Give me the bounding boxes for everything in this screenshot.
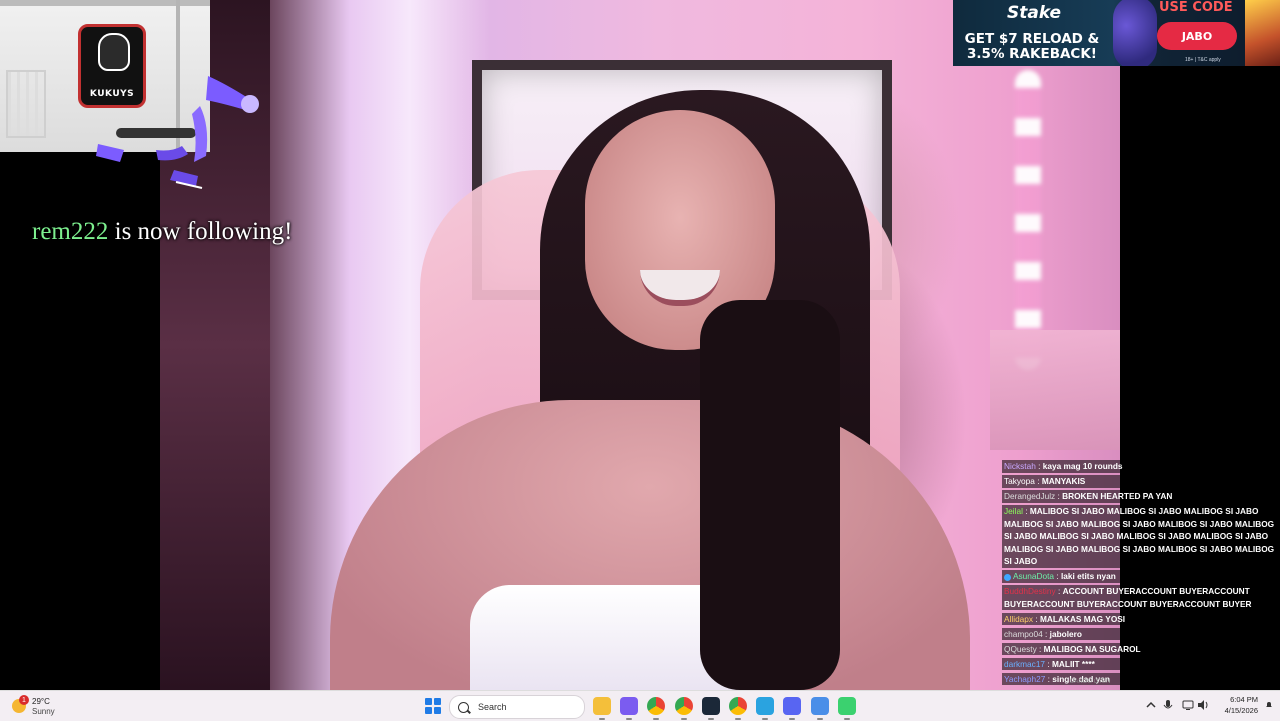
search-icon [458,701,469,713]
taskbar-clock[interactable]: 6:04 PM 4/15/2026 [1212,694,1258,716]
background-shelf [990,330,1120,450]
chat-username[interactable]: Jeilal [1004,506,1023,516]
clock-date: 4/15/2026 [1224,706,1258,715]
chat-separator: : [1022,505,1030,516]
chat-text: MALIBOG SI JABO MALIBOG SI JABO MALIBOG … [1004,505,1275,567]
ad-brand-logo: Stake [1007,3,1062,23]
weather-temperature: 29°C [32,697,50,706]
follower-alert: rem222 is now following! [32,218,292,246]
chat-separator: : [1042,628,1050,639]
string-lights [1015,70,1041,370]
stream-video: KUKUYS rem222 is now following! Stake GE… [0,0,1280,690]
chat-username[interactable]: BuddhDestiny [1004,586,1056,596]
chat-username[interactable]: Takyopa [1004,476,1035,486]
windows-logo-icon [434,707,441,714]
weather-widget[interactable]: 1 29°C Sunny [12,695,82,717]
chat-separator: : [1034,475,1042,486]
clock-time: 6:04 PM [1230,695,1258,704]
windows-logo-icon [425,707,432,714]
chat-message: Takyopa : MANYAKIS [1002,474,1280,488]
network-icon[interactable] [1182,699,1194,711]
chevron-up-icon[interactable] [1145,699,1157,711]
chat-separator: : [1054,571,1061,582]
taskbar-search[interactable]: Search [449,695,585,719]
weather-notification-badge: 1 [19,695,29,705]
chat-separator: : [1033,613,1040,624]
chat-text: jabolero [1049,628,1082,639]
weather-condition: Sunny [32,707,55,716]
chat-text: MALAKAS MAG YOSI [1039,613,1126,624]
chat-overlay: Nickstah : kaya mag 10 rounds Takyopa : M… [1002,460,1280,690]
chat-message: BuddhDestiny : ACCOUNT BUYERACCOUNT BUYE… [1002,585,1280,611]
chrome-icon[interactable] [647,697,666,715]
ad-code-button[interactable]: JABO [1157,22,1237,50]
chat-separator: : [1036,643,1044,654]
steam-icon[interactable] [701,697,720,715]
chat-username[interactable]: Yachaph27 [1004,674,1045,684]
chrome-profile-icon[interactable] [674,697,693,715]
chat-username[interactable]: Allidapx [1004,614,1033,624]
chat-separator: : [1055,586,1063,597]
chrome-2-icon[interactable] [729,697,747,715]
microphone-icon[interactable] [1162,699,1174,711]
ad-use-code-label: USE CODE [1159,0,1233,15]
chat-badge-icon [1004,573,1011,581]
ad-ball-graphic [1113,0,1157,66]
speaker-icon[interactable] [1197,699,1209,711]
chat-username[interactable]: AsunaDota [1013,571,1054,581]
chat-text: MALIBOG NA SUGAROL [1043,643,1141,654]
chat-message: Nickstah : kaya mag 10 rounds [1002,460,1280,473]
windows-logo-icon [425,698,432,705]
chat-message: Yachaph27 : single dad yan [1002,672,1280,686]
streamer-hair-front [700,300,840,690]
chat-username[interactable]: champo04 [1004,629,1043,639]
follow-message: is now following! [114,218,293,245]
mascot-figure-icon [96,76,259,189]
chat-separator: : [1035,461,1043,471]
chat-text: laki etits nyan [1060,571,1116,582]
webcam-feed [160,0,1120,690]
notification-bell-icon[interactable] [1264,700,1274,710]
chat-message: QQuesty : MALIBOG NA SUGAROL [1002,642,1280,656]
chat-separator: : [1045,658,1052,669]
obs-app-icon[interactable] [837,697,856,715]
railing [6,70,46,138]
copilot-icon[interactable] [620,697,639,715]
chat-message: Jeilal : MALIBOG SI JABO MALIBOG SI JABO… [1002,504,1280,568]
notepad-icon[interactable] [810,697,829,715]
chat-message: champo04 : jabolero [1002,627,1280,641]
chat-username[interactable]: QQuesty [1004,644,1037,654]
telegram-icon[interactable] [756,697,775,715]
chat-username[interactable]: DerangedJulz [1004,491,1055,501]
windows-logo-icon [434,698,441,705]
chat-text: BROKEN HEARTED PA YAN [1062,490,1173,501]
chat-username[interactable]: darkmac17 [1004,659,1045,669]
start-button[interactable] [425,698,441,714]
ad-terms: 18+ | T&C apply [1185,57,1221,63]
chat-message: DerangedJulz : BROKEN HEARTED PA YAN [1002,489,1280,503]
windows-taskbar: 1 29°C Sunny Search 6:04 PM 4/15/2026 [0,690,1280,721]
chat-text: kaya mag 10 rounds [1042,461,1123,471]
sponsor-ad-banner[interactable]: Stake GET $7 RELOAD & 3.5% RAKEBACK! USE… [953,0,1280,66]
chat-text: MALIIT **** [1051,658,1095,669]
chat-message: Allidapx : MALAKAS MAG YOSI [1002,612,1280,626]
chat-footer: DANOG OTEN [1070,679,1111,685]
chat-message: AsunaDota : laki etits nyan [1002,570,1280,583]
ad-cards-graphic [1245,0,1280,66]
chat-username[interactable]: Nickstah [1004,461,1036,471]
ad-left-panel: Stake GET $7 RELOAD & 3.5% RAKEBACK! [953,0,1111,66]
ad-headline: GET $7 RELOAD & 3.5% RAKEBACK! [964,31,1100,62]
search-placeholder: Search [478,702,507,712]
follower-name: rem222 [32,218,109,245]
discord-icon[interactable] [783,697,802,715]
file-explorer-icon[interactable] [593,697,611,715]
chat-text: MANYAKIS [1041,475,1086,486]
chat-message: darkmac17 : MALIIT **** [1002,657,1280,671]
